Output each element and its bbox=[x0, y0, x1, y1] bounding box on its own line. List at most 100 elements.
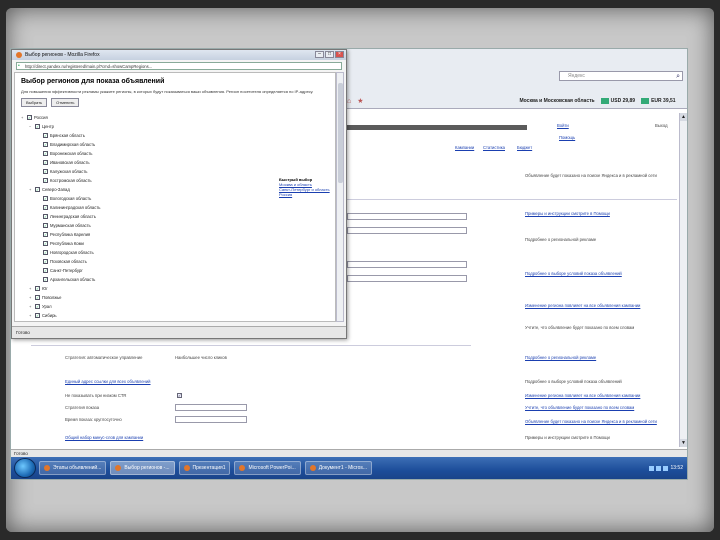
region-tree-item[interactable]: ✓ Республика Коми bbox=[21, 239, 329, 248]
region-tree-item[interactable]: ✓ Псковская область bbox=[21, 257, 329, 266]
popup-url[interactable]: http://direct.yandex.ru/registered/main.… bbox=[25, 64, 152, 69]
maximize-icon[interactable]: □ bbox=[325, 51, 334, 58]
region-checkbox[interactable]: ✓ bbox=[43, 178, 48, 183]
task-item[interactable]: Этапы объявлений... bbox=[39, 461, 107, 475]
region-checkbox[interactable]: ✓ bbox=[43, 259, 48, 264]
region-checkbox[interactable]: ✓ bbox=[35, 313, 40, 318]
checkbox[interactable]: ✓ bbox=[177, 393, 182, 398]
cancel-button[interactable]: Отменить bbox=[51, 98, 80, 107]
note-link[interactable]: Подробнее о региональной рекламе bbox=[525, 355, 596, 360]
select-button[interactable]: Выбрать bbox=[21, 98, 48, 107]
region-checkbox[interactable]: ✓ bbox=[43, 169, 48, 174]
region-tree-item[interactable]: ✓ Республика Карелия bbox=[21, 230, 329, 239]
strategy-select[interactable] bbox=[175, 404, 247, 411]
text-field[interactable] bbox=[347, 227, 467, 234]
region-tree-item[interactable]: ✓ Калужская область bbox=[21, 167, 329, 176]
region-tree-item[interactable]: ✓ Воронежская область bbox=[21, 149, 329, 158]
note-link[interactable]: Подробнее о выборе условий показа объявл… bbox=[525, 271, 622, 276]
region-tree-item[interactable]: + ✓ Сибирь bbox=[21, 311, 329, 320]
option-link[interactable]: Общий набор минус-слов для кампании bbox=[65, 435, 143, 440]
region-checkbox[interactable]: ✓ bbox=[43, 142, 48, 147]
region-tree-item[interactable]: ✓ Новгородская область bbox=[21, 248, 329, 257]
scroll-up-icon[interactable]: ▲ bbox=[680, 113, 687, 121]
quick-select-link[interactable]: Россия bbox=[279, 192, 330, 197]
region-tree-item[interactable]: ✓ Архангельская область bbox=[21, 275, 329, 284]
text-field[interactable] bbox=[347, 213, 467, 220]
window-controls: – □ × bbox=[315, 51, 344, 58]
popup-description: Для повышения эффективности рекламы укаж… bbox=[21, 89, 314, 94]
task-item[interactable]: Microsoft PowerPoi... bbox=[234, 461, 301, 475]
region-tree-item[interactable]: ✓ Владимирская область bbox=[21, 140, 329, 149]
region-checkbox[interactable]: ✓ bbox=[43, 268, 48, 273]
nav-link[interactable]: Кампании bbox=[455, 145, 474, 150]
scroll-down-icon[interactable]: ▼ bbox=[680, 439, 687, 447]
nav-link[interactable]: Статистика bbox=[483, 145, 505, 150]
top-link[interactable]: Помощь bbox=[559, 135, 575, 140]
note-link[interactable]: Объявление будет показано на поиске Янде… bbox=[525, 419, 657, 424]
star-icon[interactable]: ★ bbox=[357, 97, 363, 105]
note-link[interactable]: Учтите, что объявление будет показано по… bbox=[525, 405, 634, 410]
region-checkbox[interactable]: ✓ bbox=[35, 295, 40, 300]
region-checkbox[interactable]: ✓ bbox=[43, 241, 48, 246]
top-link[interactable]: Войти bbox=[557, 123, 569, 128]
region-checkbox[interactable]: ✓ bbox=[43, 151, 48, 156]
region-tree-item[interactable]: + ✓ Урал bbox=[21, 302, 329, 311]
region-checkbox[interactable]: ✓ bbox=[43, 160, 48, 165]
region-label: Урал bbox=[42, 304, 52, 309]
note-link[interactable]: Изменение региона повлияет на все объявл… bbox=[525, 393, 640, 398]
region-tree-item[interactable]: ✓ Калининградская область bbox=[21, 203, 329, 212]
home-icon[interactable]: ⌂ bbox=[347, 98, 351, 105]
region-checkbox[interactable]: ✓ bbox=[35, 124, 40, 129]
note-link[interactable]: Примеры и инструкции смотрите в Помощи bbox=[525, 211, 610, 216]
close-icon[interactable]: × bbox=[335, 51, 344, 58]
popup-titlebar[interactable]: Выбор регионов - Mozilla Firefox – □ × bbox=[12, 50, 346, 60]
region-tree-item[interactable]: ✓ Санкт-Петербург bbox=[21, 266, 329, 275]
task-item[interactable]: Выбор регионов -... bbox=[110, 461, 175, 475]
region-tree-item[interactable]: ✓ Брянская область bbox=[21, 131, 329, 140]
eur-rate: EUR 39,51 bbox=[641, 98, 676, 104]
region-checkbox[interactable]: ✓ bbox=[43, 205, 48, 210]
search-box[interactable]: Яндекс ⌕ bbox=[559, 71, 683, 81]
region-tree-item[interactable]: ✓ Ленинградская область bbox=[21, 212, 329, 221]
text-field[interactable] bbox=[347, 275, 467, 282]
scroll-thumb[interactable] bbox=[338, 83, 343, 183]
region-checkbox[interactable]: ✓ bbox=[43, 277, 48, 282]
task-item[interactable]: Презентация1 bbox=[178, 461, 231, 475]
region-checkbox[interactable]: ✓ bbox=[43, 223, 48, 228]
time-field[interactable] bbox=[175, 416, 247, 423]
region-checkbox[interactable]: ✓ bbox=[43, 232, 48, 237]
search-input[interactable]: Яндекс bbox=[568, 73, 585, 79]
tray-icon[interactable] bbox=[663, 465, 669, 471]
top-link[interactable]: Выход bbox=[655, 123, 668, 128]
region-checkbox[interactable]: ✓ bbox=[43, 133, 48, 138]
region-checkbox[interactable]: ✓ bbox=[35, 187, 40, 192]
text-field[interactable] bbox=[347, 261, 467, 268]
popup-address-bar[interactable]: • http://direct.yandex.ru/registered/mai… bbox=[16, 62, 342, 70]
popup-scrollbar[interactable] bbox=[336, 72, 344, 322]
region-checkbox[interactable]: ✓ bbox=[43, 214, 48, 219]
region-checkbox[interactable]: ✓ bbox=[43, 196, 48, 201]
option-link[interactable]: Единый адрес ссылки для всех объявлений bbox=[65, 379, 151, 384]
region-label: Архангельская область bbox=[50, 277, 96, 282]
region-label[interactable]: Москва и Московская область bbox=[520, 98, 595, 104]
nav-link[interactable]: Бюджет bbox=[517, 145, 532, 150]
region-tree-item[interactable]: − ✓ Центр bbox=[21, 122, 329, 131]
region-checkbox[interactable]: ✓ bbox=[35, 286, 40, 291]
tray-icon[interactable] bbox=[656, 465, 662, 471]
region-tree-item[interactable]: + ✓ Россия bbox=[21, 113, 329, 122]
search-icon[interactable]: ⌕ bbox=[676, 72, 680, 81]
tray-icon[interactable] bbox=[649, 465, 655, 471]
system-tray: 13:52 bbox=[649, 465, 687, 471]
region-tree-item[interactable]: + ✓ Юг bbox=[21, 284, 329, 293]
region-tree-item[interactable]: ✓ Ивановская область bbox=[21, 158, 329, 167]
task-item[interactable]: Документ1 - Micros... bbox=[304, 461, 373, 475]
region-checkbox[interactable]: ✓ bbox=[43, 250, 48, 255]
region-checkbox[interactable]: ✓ bbox=[35, 304, 40, 309]
page-scrollbar[interactable]: ▲ ▼ bbox=[679, 113, 687, 447]
note-link[interactable]: Изменение региона повлияет на все объявл… bbox=[525, 303, 640, 308]
region-tree-item[interactable]: + ✓ Поволжье bbox=[21, 293, 329, 302]
region-tree-item[interactable]: ✓ Мурманская область bbox=[21, 221, 329, 230]
region-checkbox[interactable]: ✓ bbox=[27, 115, 32, 120]
start-button[interactable] bbox=[14, 458, 36, 478]
minimize-icon[interactable]: – bbox=[315, 51, 324, 58]
